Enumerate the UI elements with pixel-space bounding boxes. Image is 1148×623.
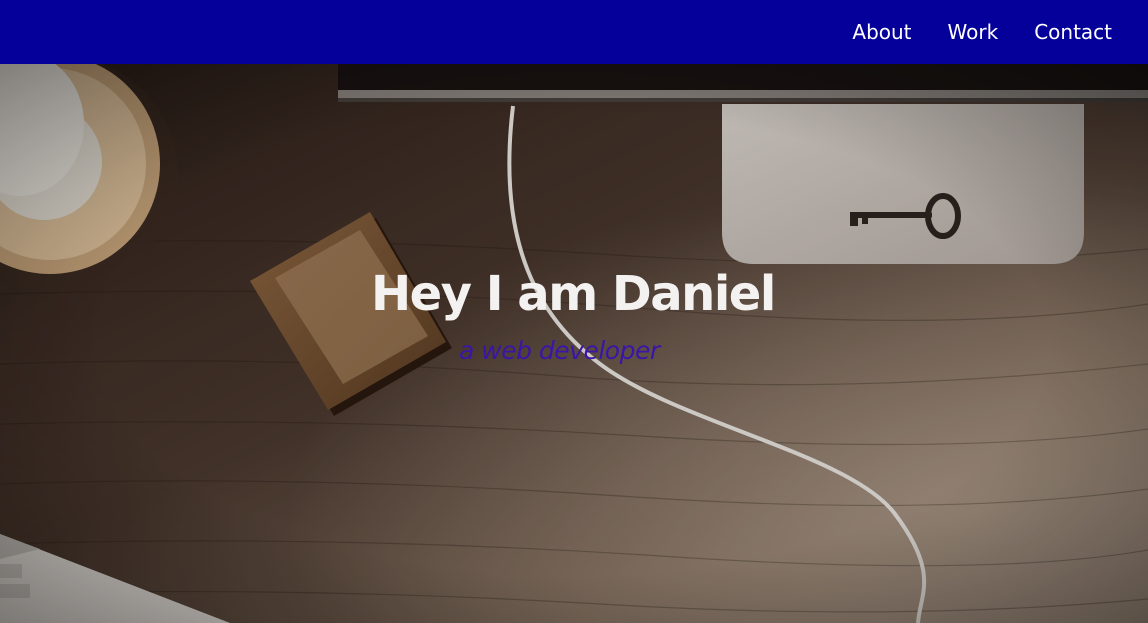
top-navbar: About Work Contact bbox=[0, 0, 1148, 64]
nav-link-work[interactable]: Work bbox=[948, 20, 999, 44]
nav-link-about[interactable]: About bbox=[852, 20, 911, 44]
nav-link-contact[interactable]: Contact bbox=[1034, 20, 1112, 44]
hero-title: Hey I am Daniel bbox=[371, 266, 776, 322]
hero-section: Hey I am Daniel a web developer bbox=[0, 64, 1148, 623]
hero-subtitle: a web developer bbox=[459, 336, 660, 365]
hero-text-block: Hey I am Daniel a web developer bbox=[0, 64, 1148, 623]
